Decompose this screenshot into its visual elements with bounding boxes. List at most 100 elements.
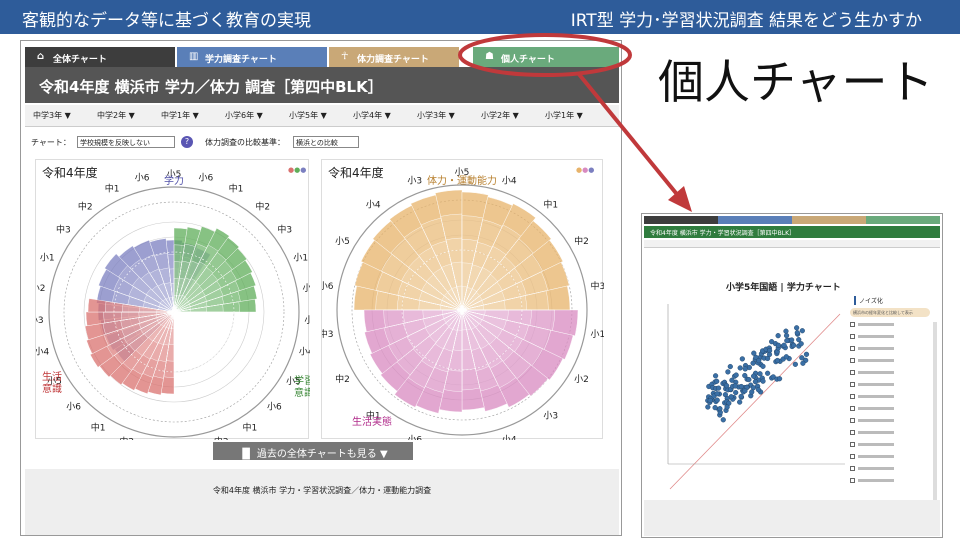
grade-label: 小4 — [366, 199, 381, 210]
physical-radar-chart: 小5小4中1中2中3小1小2小3小4小5小6中1中2中3小6小5小4小3体力・運… — [322, 167, 604, 440]
grade-label: 小1 — [40, 252, 55, 263]
tab-physical-chart[interactable]: ☥ 体力調査チャート — [329, 47, 459, 67]
legend-row[interactable] — [850, 418, 910, 424]
compare-select[interactable]: 横浜との比較 — [293, 136, 359, 148]
grade-label: 小2 — [36, 283, 45, 294]
grade-label: 小2 — [303, 283, 310, 294]
scatter-point — [766, 351, 773, 358]
grade-label: 小4 — [502, 435, 517, 440]
thumb-legend-list — [848, 322, 932, 502]
tab-label: 学力調査チャート — [205, 55, 277, 65]
scatter-point — [742, 366, 748, 372]
scatter-point — [727, 363, 733, 370]
footer: 令和4年度 横浜市 学力・学習状況調査／体力・運動能力調査 — [25, 469, 619, 535]
tab-bar: ⌂ 全体チャート ▥ 学力調査チャート ☥ 体力調査チャート ☗ 個人チャート — [21, 47, 621, 67]
callout-title: 個人チャート — [658, 55, 934, 109]
scatter-point — [757, 371, 763, 377]
thumb-legend-title: ノイズ化 — [854, 296, 883, 305]
scatter-point — [783, 328, 789, 334]
grade-label: 中2 — [574, 235, 589, 247]
legend-row[interactable] — [850, 430, 910, 436]
physical-radar-panel: 令和4年度 ●●● 小5小4中1中2中3小1小2小3小4小5小6中1中2中3小6… — [321, 159, 604, 440]
scatter-point — [737, 365, 743, 371]
tab-personal-chart[interactable]: ☗ 個人チャート — [473, 47, 619, 67]
scatter-point — [776, 376, 783, 382]
thumb-scrollbar[interactable] — [933, 322, 937, 502]
legend-row[interactable] — [850, 370, 910, 376]
scatter-point — [742, 388, 748, 394]
scatter-point — [728, 394, 734, 400]
legend-row[interactable] — [850, 322, 910, 328]
help-icon[interactable]: ? — [181, 136, 193, 148]
thumb-legend-box[interactable]: 横浜市の経年変化と比較して表示 — [850, 308, 930, 317]
slide-header-left: 客観的なデータ等に基づく教育の実現 — [22, 11, 311, 31]
scatter-point — [751, 350, 757, 356]
chart-select[interactable]: 学校規模を反映しない — [77, 136, 175, 148]
legend-row[interactable] — [850, 382, 910, 388]
tab-academic-chart[interactable]: ▥ 学力調査チャート — [177, 47, 327, 67]
scatter-point — [712, 405, 718, 411]
scatter-point — [765, 370, 771, 376]
tab-label: 個人チャート — [501, 55, 555, 65]
scatter-point — [796, 337, 802, 343]
grade-label: 中1 — [105, 183, 120, 195]
scatter-point — [760, 378, 766, 384]
scatter-point — [791, 342, 797, 348]
section-label: 生活実態 — [352, 415, 392, 428]
grade-menu-item[interactable]: 小学2年 ▼ — [481, 110, 519, 121]
book-icon: ▥ — [189, 51, 199, 62]
section-label: 生活意識 — [42, 370, 62, 395]
scatter-point — [733, 389, 739, 396]
grade-label: 中3 — [56, 224, 71, 236]
scatter-point — [732, 383, 738, 389]
grade-menu-item[interactable]: 中学2年 ▼ — [97, 110, 135, 121]
legend-row[interactable] — [850, 478, 910, 484]
dashboard-screenshot: ⌂ 全体チャート ▥ 学力調査チャート ☥ 体力調査チャート ☗ 個人チャート 令和4年… — [20, 40, 622, 536]
grade-menu-item[interactable]: 中学1年 ▼ — [161, 110, 199, 121]
scatter-point — [775, 333, 781, 339]
scatter-point — [794, 325, 800, 331]
legend-row[interactable] — [850, 358, 910, 364]
trend-line — [669, 313, 841, 490]
grade-label: 小3 — [543, 411, 558, 422]
grade-label: 中1 — [543, 198, 558, 210]
slide-header: 客観的なデータ等に基づく教育の実現 IRT型 学力･学習状況調査 結果をどう生か… — [0, 0, 960, 34]
grade-label: 小3 — [407, 175, 422, 186]
callout-arrowhead — [668, 186, 692, 212]
grade-menu-item[interactable]: 小学4年 ▼ — [353, 110, 391, 121]
thumb-tab-bar — [644, 216, 940, 224]
grade-menu-item[interactable]: 小学3年 ▼ — [417, 110, 455, 121]
scatter-point — [724, 404, 730, 410]
scatter-point — [799, 328, 805, 334]
footer-text: 令和4年度 横浜市 学力・学習状況調査／体力・運動能力調査 — [212, 486, 432, 495]
legend-row[interactable] — [850, 454, 910, 460]
legend-row[interactable] — [850, 466, 910, 472]
scatter-point — [789, 337, 795, 343]
grade-menu-item[interactable]: 小学5年 ▼ — [289, 110, 327, 121]
legend-row[interactable] — [850, 346, 910, 352]
scatter-point — [800, 360, 806, 366]
slide-header-right: IRT型 学力･学習状況調査 結果をどう生かすか — [570, 11, 922, 31]
legend-row[interactable] — [850, 394, 910, 400]
show-past-charts-button[interactable]: ▐▌ 過去の全体チャートも見る ▼ — [213, 442, 413, 460]
scatter-point — [714, 378, 720, 384]
legend-row[interactable] — [850, 406, 910, 412]
grade-menu-item[interactable]: 小学1年 ▼ — [545, 110, 583, 121]
legend-row[interactable] — [850, 442, 910, 448]
scatter-point — [715, 385, 722, 391]
thumb-title-text: 令和4年度 横浜市 学力・学習状況調査［第四中BLK］ — [650, 230, 796, 237]
thumb-chart-title: 小学5年国語 | 学力チャート — [726, 283, 841, 293]
grade-menu-item[interactable]: 中学3年 ▼ — [33, 110, 71, 121]
grade-menu-item[interactable]: 小学6年 ▼ — [225, 110, 263, 121]
tab-overall-chart[interactable]: ⌂ 全体チャート — [25, 47, 175, 67]
scatter-point — [737, 399, 743, 405]
chart-control-label: チャート： — [31, 138, 71, 147]
grade-label: 中1 — [242, 421, 257, 433]
chart-icon: ▐▌ — [238, 449, 257, 460]
grade-label: 中3 — [277, 224, 292, 236]
section-label: 学力 — [164, 174, 184, 187]
scatter-point — [733, 372, 739, 378]
scatter-point — [746, 376, 752, 383]
legend-row[interactable] — [850, 334, 910, 340]
grade-label: 小6 — [407, 435, 422, 440]
